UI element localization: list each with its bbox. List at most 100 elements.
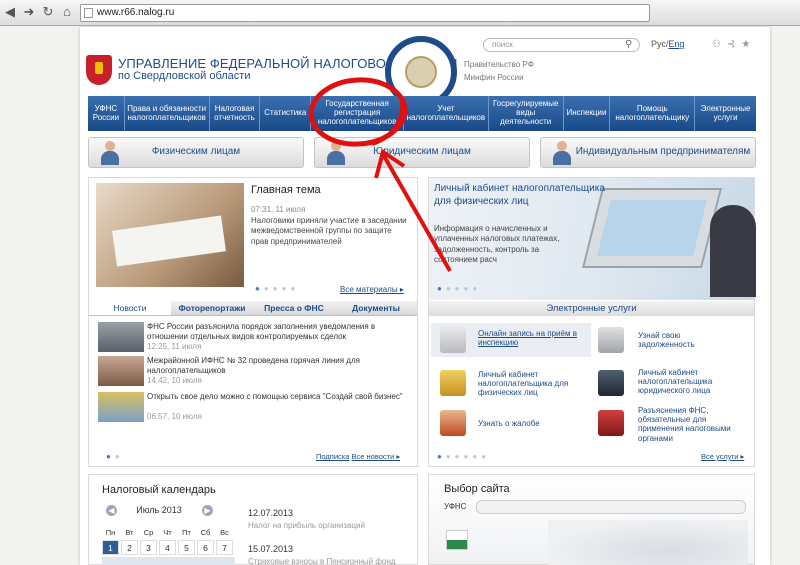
eservice-label[interactable]: Узнать о жалобе (478, 419, 588, 428)
sitemap-icon[interactable]: ⚇ (712, 39, 727, 50)
news-text[interactable]: ФНС России разъяснила порядок заполнения… (147, 322, 407, 341)
eservice-label[interactable]: Личный кабинет налогоплательщика юридиче… (638, 368, 738, 396)
site-select-dropdown[interactable] (476, 500, 746, 514)
minfin-link[interactable]: Минфин России (464, 73, 524, 82)
rss-icon[interactable]: ⊰ (727, 39, 741, 50)
calendar-day[interactable]: 4 (159, 540, 176, 555)
page-icon (84, 8, 93, 18)
nav-registration[interactable]: Государственная регистрация налогоплател… (311, 96, 404, 131)
event-text: Страховые взносы в Пенсионный фонд (248, 557, 396, 565)
news-time: 12:25, 11 июля (147, 342, 202, 351)
category-legal[interactable]: Юридическим лицам (314, 137, 530, 168)
all-services-link[interactable]: Все услуги ▸ (701, 452, 744, 461)
region-coat-of-arms-logo[interactable] (86, 55, 112, 85)
calculator-icon (598, 327, 624, 353)
main-news-image[interactable] (96, 183, 244, 287)
calendar-day[interactable]: 1 (102, 540, 119, 555)
eservices-pager[interactable]: ●●●●●● (437, 452, 490, 461)
calendar-month: Июль 2013 (136, 505, 182, 515)
tab-press[interactable]: Пресса о ФНС (253, 301, 335, 315)
subscribe-link[interactable]: Подписка (316, 452, 349, 461)
person-icon (551, 141, 573, 165)
gov-link[interactable]: Правительство РФ (464, 60, 534, 69)
event-date[interactable]: 15.07.2013 (248, 544, 293, 554)
nav-inspections[interactable]: Инспекции (564, 96, 611, 131)
person-icon (325, 141, 347, 165)
person-icon (99, 141, 121, 165)
calendar-day[interactable]: 5 (178, 540, 195, 555)
category-label: Физическим лицам (151, 146, 241, 158)
nav-reporting[interactable]: Налоговая отчетность (210, 96, 261, 131)
search-icon[interactable]: ⚲ (625, 39, 632, 50)
eservice-label[interactable]: Онлайн запись на приём в инспекцию (478, 329, 588, 347)
calendar-title: Налоговый календарь (102, 484, 216, 496)
weekday: Ср (143, 528, 154, 537)
weekday: Пт (182, 528, 191, 537)
businessman-icon (598, 370, 624, 396)
news-tabs: Новости Фоторепортажи Пресса о ФНС Докум… (89, 301, 417, 316)
language-switch[interactable]: Рус/Eng (651, 39, 684, 49)
calendar-day[interactable]: 2 (121, 540, 138, 555)
lang-en[interactable]: Eng (668, 39, 684, 49)
star-icon[interactable]: ★ (741, 39, 756, 50)
back-arrow-icon[interactable]: ◀ (2, 4, 18, 20)
cabinet-title[interactable]: Личный кабинет налогоплательщика для физ… (434, 183, 624, 208)
cabinet-pager[interactable]: ●●●●● (437, 284, 481, 293)
weekday: Вс (220, 528, 229, 537)
site-select-title: Выбор сайта (444, 483, 510, 495)
cabinet-text: Информация о начисленных и уплаченных на… (434, 224, 560, 265)
russia-map[interactable] (548, 520, 748, 565)
next-month-button[interactable]: ▶ (202, 505, 213, 516)
site-subtitle: по Свердловской области (118, 70, 251, 82)
list-item[interactable]: Открыть свое дело можно с помощью сервис… (98, 392, 408, 422)
header-icons[interactable]: ⚇⊰★ (712, 39, 756, 50)
category-label: Индивидуальным предпринимателям (575, 146, 751, 158)
news-text[interactable]: Открыть свое дело можно с помощью сервис… (147, 392, 407, 402)
tab-news[interactable]: Новости (89, 301, 171, 315)
site-select-label: УФНС (444, 502, 467, 511)
eservice-label[interactable]: Личный кабинет налогоплательщика для физ… (478, 370, 588, 398)
weekday: Пн (105, 528, 116, 537)
nav-accounting[interactable]: Учет налогоплательщиков (404, 96, 489, 131)
search-input[interactable]: поиск (483, 38, 640, 52)
eservice-label[interactable]: Разъяснения ФНС, обязательные для примен… (638, 406, 750, 443)
pen-tablet-icon (440, 327, 466, 353)
main-news-text[interactable]: Налоговики приняли участие в заседании м… (251, 216, 411, 247)
lang-ru[interactable]: Рус/ (651, 39, 668, 49)
list-item[interactable]: ФНС России разъяснила порядок заполнения… (98, 322, 408, 352)
address-bar[interactable]: www.r66.nalog.ru (80, 4, 650, 22)
nav-ufns[interactable]: УФНС России (88, 96, 125, 131)
news-thumbnail (98, 392, 144, 422)
weekday: Чт (163, 528, 172, 537)
tab-photo[interactable]: Фоторепортажи (171, 301, 253, 315)
nav-help[interactable]: Помощь налогоплательщику (610, 96, 696, 131)
nav-statistics[interactable]: Статистика (260, 96, 312, 131)
region-flag-icon[interactable] (446, 530, 468, 550)
event-date[interactable]: 12.07.2013 (248, 508, 293, 518)
main-news-pager[interactable]: ●●●●● (255, 284, 299, 293)
category-individuals[interactable]: Физическим лицам (88, 137, 304, 168)
main-news-time: 07:31, 11 июля (251, 205, 306, 214)
home-icon[interactable]: ⌂ (59, 4, 75, 20)
category-entrepreneurs[interactable]: Индивидуальным предпринимателям (540, 137, 756, 168)
nav-rights[interactable]: Права и обязанности налогоплательщиков (125, 96, 210, 131)
forward-arrow-icon[interactable]: ➜ (21, 4, 37, 20)
news-text[interactable]: Межрайонной ИФНС № 32 проведена горячая … (147, 356, 407, 375)
url-text: www.r66.nalog.ru (97, 7, 175, 18)
all-materials-link[interactable]: Все материалы ▸ (340, 285, 404, 294)
reload-icon[interactable]: ↻ (40, 4, 56, 20)
eservice-label[interactable]: Узнай свою задолженность (638, 331, 738, 349)
weekday: Сб (200, 528, 211, 537)
category-label: Юридическим лицам (373, 146, 471, 158)
list-item[interactable]: Межрайонной ИФНС № 32 проведена горячая … (98, 356, 408, 386)
calendar-day[interactable]: 6 (197, 540, 214, 555)
calendar-day[interactable]: 3 (140, 540, 157, 555)
nav-regulated[interactable]: Госрегулируемые виды деятельности (489, 96, 564, 131)
news-time: 14:42, 10 июля (147, 376, 202, 385)
tab-documents[interactable]: Документы (335, 301, 417, 315)
calendar-day[interactable]: 7 (216, 540, 233, 555)
calendar-next-week (102, 557, 235, 565)
news-pager[interactable]: ●● (106, 452, 124, 461)
all-news-link[interactable]: Все новости ▸ (352, 452, 401, 461)
nav-eservices[interactable]: Электронные услуги (695, 96, 756, 131)
